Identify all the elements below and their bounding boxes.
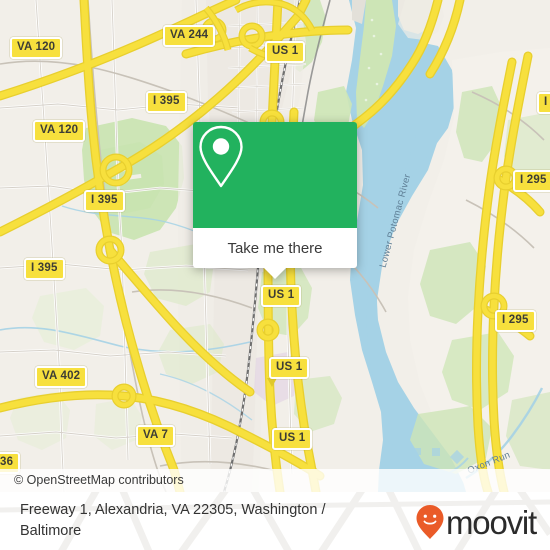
map-canvas[interactable]: VA 120 VA 244 US 1 I 395 VA 120 I 395 I I 295 I … xyxy=(0,0,550,492)
road-shield: I 295 xyxy=(495,310,536,332)
road-shield: I xyxy=(537,92,550,114)
road-shield: I 395 xyxy=(146,91,187,113)
moovit-location-screenshot: VA 120 VA 244 US 1 I 395 VA 120 I 395 I I 295 I … xyxy=(0,0,550,550)
road-shield: I 395 xyxy=(84,190,125,212)
moovit-wordmark: moovit xyxy=(446,503,537,541)
location-callout-card[interactable]: Take me there xyxy=(193,122,357,279)
take-me-there-label: Take me there xyxy=(227,239,323,257)
road-shield: US 1 xyxy=(269,357,310,379)
map-attribution[interactable]: © OpenStreetMap contributors xyxy=(0,469,550,492)
road-shield: VA 402 xyxy=(35,366,88,388)
callout-pin-area xyxy=(193,122,357,228)
callout-pointer-tail xyxy=(264,268,286,279)
callout-action-bar[interactable]: Take me there xyxy=(193,228,357,268)
road-shield: VA 7 xyxy=(136,425,176,447)
moovit-smiley-pin-icon xyxy=(416,505,444,539)
road-shield: VA 120 xyxy=(33,120,86,142)
footer-bar: Freeway 1, Alexandria, VA 22305, Washing… xyxy=(0,492,550,550)
location-address: Freeway 1, Alexandria, VA 22305, Washing… xyxy=(20,502,326,539)
road-shield: I 295 xyxy=(513,170,550,192)
road-shield: US 1 xyxy=(261,285,302,307)
road-shield: US 1 xyxy=(272,428,313,450)
road-shield: I 395 xyxy=(24,258,65,280)
moovit-logo[interactable]: moovit xyxy=(415,503,537,541)
map-pin-icon xyxy=(199,125,243,188)
road-shield: US 1 xyxy=(265,41,306,63)
road-shield: VA 120 xyxy=(10,37,63,59)
road-shield: VA 244 xyxy=(163,25,216,47)
